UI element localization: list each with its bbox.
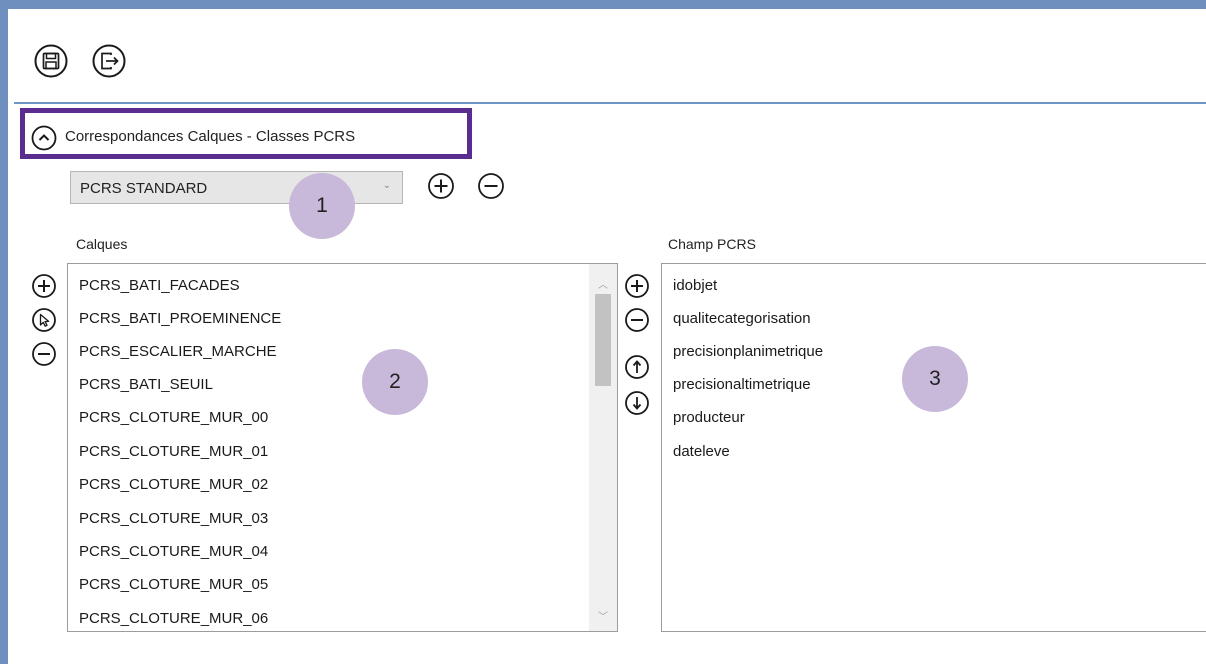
exit-icon — [92, 44, 126, 78]
list-item[interactable]: dateleve — [673, 443, 730, 460]
minus-circle-icon — [478, 173, 504, 199]
annotation-badge-2: 2 — [362, 349, 428, 415]
plus-circle-icon — [625, 274, 649, 298]
annotation-badge-3: 3 — [902, 346, 968, 412]
section-title: Correspondances Calques - Classes PCRS — [65, 128, 356, 145]
arrow-up-icon — [625, 355, 649, 379]
minus-circle-icon — [32, 342, 56, 366]
calques-label: Calques — [76, 236, 128, 252]
remove-champ-button[interactable] — [624, 307, 650, 333]
list-item[interactable]: PCRS_BATI_FACADES — [79, 277, 240, 294]
toolbar-divider — [14, 102, 1206, 104]
list-item[interactable]: PCRS_BATI_SEUIL — [79, 376, 213, 393]
export-button[interactable] — [92, 44, 126, 78]
chevron-up-icon — [31, 125, 57, 151]
list-item[interactable]: precisionaltimetrique — [673, 376, 811, 393]
floppy-disk-icon — [34, 44, 68, 78]
section-header[interactable]: Correspondances Calques - Classes PCRS — [20, 108, 472, 159]
collapse-button[interactable] — [31, 125, 57, 156]
window-frame-top — [0, 0, 1206, 9]
move-up-button[interactable] — [624, 354, 650, 380]
profile-dropdown-value: PCRS STANDARD — [80, 180, 208, 197]
chevron-down-icon: ⌄ — [382, 180, 391, 191]
list-item[interactable]: PCRS_ESCALIER_MARCHE — [79, 343, 277, 360]
arrow-down-icon — [625, 391, 649, 415]
list-item[interactable]: producteur — [673, 409, 745, 426]
list-item[interactable]: PCRS_CLOTURE_MUR_01 — [79, 443, 268, 460]
list-item[interactable]: PCRS_BATI_PROEMINENCE — [79, 310, 281, 327]
annotation-badge-1: 1 — [289, 173, 355, 239]
save-button[interactable] — [34, 44, 68, 78]
plus-circle-icon — [428, 173, 454, 199]
cursor-icon — [32, 308, 56, 332]
champ-pcrs-listbox[interactable]: idobjet qualitecategorisation precisionp… — [661, 263, 1206, 632]
list-item[interactable]: PCRS_CLOTURE_MUR_06 — [79, 610, 268, 627]
add-champ-button[interactable] — [624, 273, 650, 299]
window-frame-left — [0, 0, 8, 664]
move-down-button[interactable] — [624, 390, 650, 416]
scrollbar-thumb[interactable] — [595, 294, 611, 386]
calques-scrollbar[interactable]: ︿ ﹀ — [589, 264, 617, 631]
add-profile-button[interactable] — [427, 172, 455, 200]
minus-circle-icon — [625, 308, 649, 332]
list-item[interactable]: PCRS_CLOTURE_MUR_02 — [79, 476, 268, 493]
plus-circle-icon — [32, 274, 56, 298]
list-item[interactable]: idobjet — [673, 277, 717, 294]
list-item[interactable]: PCRS_CLOTURE_MUR_04 — [79, 543, 268, 560]
list-item[interactable]: PCRS_CLOTURE_MUR_03 — [79, 510, 268, 527]
scroll-down-icon[interactable]: ﹀ — [598, 608, 608, 623]
scroll-up-icon[interactable]: ︿ — [598, 276, 608, 291]
select-calque-button[interactable] — [31, 307, 57, 333]
add-calque-button[interactable] — [31, 273, 57, 299]
list-item[interactable]: PCRS_CLOTURE_MUR_00 — [79, 409, 268, 426]
champ-pcrs-label: Champ PCRS — [668, 236, 756, 252]
remove-profile-button[interactable] — [477, 172, 505, 200]
list-item[interactable]: qualitecategorisation — [673, 310, 811, 327]
calques-listbox[interactable]: PCRS_BATI_FACADES PCRS_BATI_PROEMINENCE … — [67, 263, 618, 632]
list-item[interactable]: precisionplanimetrique — [673, 343, 823, 360]
remove-calque-button[interactable] — [31, 341, 57, 367]
list-item[interactable]: PCRS_CLOTURE_MUR_05 — [79, 576, 268, 593]
